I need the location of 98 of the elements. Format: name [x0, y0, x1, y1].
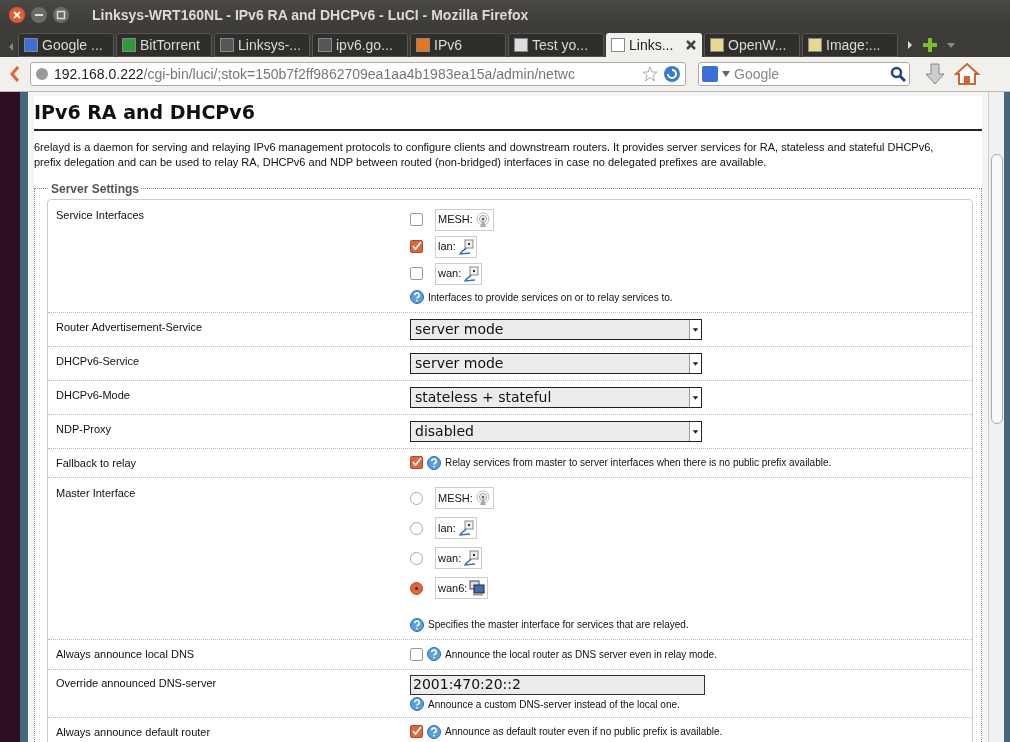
page-heading: IPv6 RA and DHCPv6 — [34, 98, 982, 131]
search-field[interactable]: Google — [698, 62, 910, 86]
check-icon — [411, 241, 422, 252]
browser-tab[interactable]: Test yo... — [508, 33, 604, 57]
help-icon — [410, 290, 424, 304]
check-icon — [411, 457, 422, 469]
help-text: Relay services from master to server interfaces when there is no public prefix available. — [445, 456, 832, 471]
caret-icon — [689, 421, 701, 441]
browser-tab[interactable]: OpenW... — [704, 33, 800, 57]
browser-tab[interactable]: Google ... — [18, 33, 114, 57]
help-icon — [427, 724, 441, 739]
interface-name: MESH: — [438, 212, 473, 228]
radio-button[interactable] — [410, 581, 423, 595]
network-port-icon — [457, 238, 474, 255]
favicon-icon — [808, 38, 822, 52]
radio-button[interactable] — [410, 551, 423, 565]
network-port-icon — [463, 550, 480, 566]
favicon-icon — [710, 38, 724, 52]
star-icon[interactable] — [642, 66, 658, 82]
back-icon[interactable] — [8, 64, 22, 84]
setting-label: DHCPv6-Mode — [56, 387, 131, 403]
setting-label: Always announce local DNS — [56, 647, 196, 662]
reload-icon[interactable] — [663, 65, 681, 83]
interface-name: lan: — [438, 520, 456, 536]
scrollbar[interactable] — [988, 92, 1004, 742]
caret-icon — [689, 319, 701, 339]
favicon-icon — [220, 38, 234, 52]
help-icon — [427, 455, 441, 470]
caret-icon[interactable] — [946, 41, 956, 49]
page-description: 6relayd is a daemon for serving and relaying IPv6 management protocols to configure clients and downstream routers. It provides server services for RA, stateless and stateful DHCPv6, prefix delegation and can be used to relay RA, DHCPv6 and NDP between routed (non-bridged) interfaces in case no delegated prefixes are available. — [34, 139, 935, 170]
home-icon[interactable] — [954, 62, 980, 86]
download-icon[interactable] — [924, 62, 946, 86]
checkbox[interactable] — [410, 456, 423, 470]
wireless-icon — [474, 211, 491, 228]
interface-name: lan: — [438, 239, 456, 255]
search-icon[interactable] — [890, 66, 906, 82]
browser-tab[interactable]: Links... — [606, 33, 702, 57]
minimize-icon[interactable] — [30, 6, 48, 24]
favicon-icon — [122, 38, 136, 52]
help-icon — [427, 647, 441, 662]
favicon-icon — [611, 38, 625, 52]
network-port-icon — [457, 520, 474, 536]
wireless-icon — [474, 490, 491, 506]
help-text: Announce the local router as DNS server even in relay mode. — [445, 647, 717, 662]
interface-name: wan: — [438, 550, 462, 566]
dropdown[interactable]: disabled — [410, 420, 702, 442]
interface-name: wan6: — [438, 580, 468, 596]
caret-icon — [689, 353, 701, 373]
checkbox[interactable] — [410, 267, 423, 280]
caret-icon — [689, 387, 701, 407]
setting-label: NDP-Proxy — [56, 421, 112, 437]
check-icon — [411, 726, 422, 738]
checkbox[interactable] — [410, 240, 423, 253]
setting-label: Override announced DNS-server — [56, 675, 218, 691]
checkbox[interactable] — [410, 647, 423, 661]
search-engine-icon — [702, 66, 718, 82]
interface-name: wan: — [438, 266, 462, 282]
dns-server-field[interactable]: 2001:470:20::2 — [410, 674, 705, 695]
favicon-icon — [24, 38, 38, 52]
window-title: Linksys-WRT160NL - IPv6 RA and DHCPv6 - LuCI - Mozilla Firefox — [92, 5, 529, 25]
dropdown[interactable]: stateless + stateful — [410, 386, 702, 408]
network-port-icon — [463, 265, 480, 282]
help-icon — [410, 697, 424, 711]
dropdown[interactable]: server mode — [410, 318, 702, 340]
favicon-icon — [514, 38, 528, 52]
setting-label: Fallback to relay — [56, 455, 138, 471]
browser-tab[interactable]: Image:... — [802, 33, 898, 57]
help-text: Announce as default router even if no public prefix is available. — [445, 725, 723, 740]
setting-label: Service Interfaces — [56, 207, 146, 223]
close-icon[interactable] — [8, 6, 26, 24]
help-text: Specifies the master interface for services that are relayed. — [428, 618, 689, 632]
setting-label: Always announce default router — [56, 724, 212, 740]
interface-name: MESH: — [438, 490, 473, 506]
browser-tab[interactable]: BitTorrent — [116, 33, 212, 57]
address-bar[interactable]: 192.168.0.222/cgi-bin/luci/;stok=150b7f2ff9862709ea1aa4b1983ea15a/admin/netwc — [30, 62, 686, 86]
setting-label: Master Interface — [56, 486, 137, 501]
browser-tab[interactable]: Linksys-... — [214, 33, 310, 57]
favicon-icon — [416, 38, 430, 52]
maximize-icon[interactable] — [52, 6, 70, 24]
checkbox[interactable] — [410, 725, 423, 739]
checkbox[interactable] — [410, 213, 423, 226]
setting-label: DHCPv6-Service — [56, 353, 141, 369]
scroll-right-icon[interactable] — [906, 39, 914, 51]
new-tab-icon[interactable] — [922, 37, 938, 53]
caret-icon[interactable] — [722, 71, 730, 77]
computers-icon — [469, 580, 486, 596]
close-tab-icon[interactable] — [685, 39, 697, 51]
radio-button[interactable] — [410, 491, 423, 505]
help-text: Announce a custom DNS-server instead of the local one. — [428, 697, 680, 712]
favicon-icon — [318, 38, 332, 52]
browser-tab[interactable]: IPv6 — [410, 33, 506, 57]
browser-tab[interactable]: ipv6.go... — [312, 33, 408, 57]
radio-button[interactable] — [410, 521, 423, 535]
dropdown[interactable]: server mode — [410, 352, 702, 374]
help-icon — [410, 617, 424, 632]
help-text: Interfaces to provide services on or to relay services to. — [428, 290, 673, 305]
globe-icon — [35, 67, 49, 81]
setting-label: Router Advertisement-Service — [56, 319, 204, 335]
